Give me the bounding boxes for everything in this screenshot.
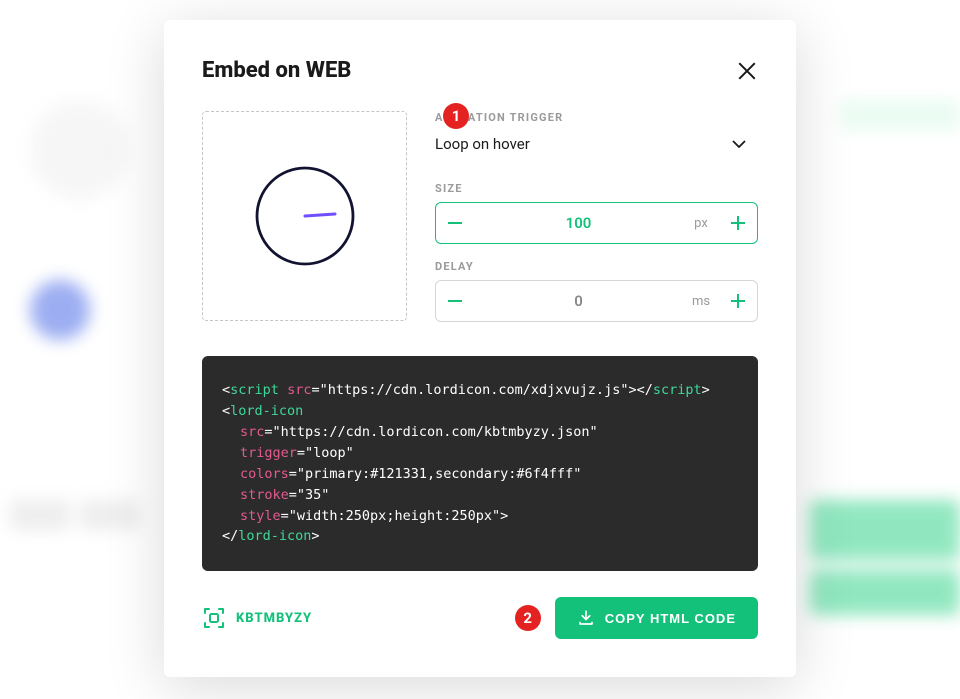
delay-unit: ms: [683, 281, 719, 321]
close-button[interactable]: [736, 60, 758, 82]
animation-trigger-select[interactable]: Loop on hover: [435, 131, 758, 166]
code-line: stroke="35": [222, 485, 738, 506]
code-line: src="https://cdn.lordicon.com/kbtmbyzy.j…: [222, 422, 738, 443]
delay-stepper: 0 ms: [435, 280, 758, 322]
delay-value[interactable]: 0: [474, 281, 683, 321]
step-badge-2: 2: [515, 605, 541, 631]
size-decrement-button[interactable]: [436, 203, 474, 243]
size-label: SIZE: [435, 182, 758, 195]
icon-id[interactable]: KBTMBYZY: [202, 606, 312, 630]
icon-id-text: KBTMBYZY: [236, 611, 312, 626]
modal-header: Embed on WEB: [202, 58, 758, 83]
plus-icon: [731, 216, 745, 230]
download-icon: [577, 609, 595, 627]
plus-icon: [731, 294, 745, 308]
size-unit: px: [683, 203, 719, 243]
modal-title: Embed on WEB: [202, 58, 351, 83]
code-line: <script src="https://cdn.lordicon.com/xd…: [222, 380, 738, 401]
code-snippet[interactable]: <script src="https://cdn.lordicon.com/xd…: [202, 356, 758, 571]
copy-button-label: COPY HTML CODE: [605, 611, 736, 626]
size-value[interactable]: 100: [474, 203, 683, 243]
minus-icon: [448, 222, 462, 224]
code-line: style="width:250px;height:250px">: [222, 506, 738, 527]
delay-increment-button[interactable]: [719, 281, 757, 321]
clock-icon: [255, 166, 355, 266]
minus-icon: [448, 300, 462, 302]
animation-trigger-value: Loop on hover: [435, 135, 530, 153]
step-badge-1: 1: [443, 103, 469, 129]
code-line: colors="primary:#121331,secondary:#6f4ff…: [222, 464, 738, 485]
animation-trigger-label: ANIMATION TRIGGER: [435, 111, 758, 124]
copy-html-button[interactable]: COPY HTML CODE: [555, 597, 758, 639]
delay-label: DELAY: [435, 260, 758, 273]
scan-copy-icon: [202, 606, 226, 630]
code-line: </lord-icon>: [222, 526, 738, 547]
controls-panel: 1 ANIMATION TRIGGER Loop on hover SIZE 1…: [435, 111, 758, 338]
embed-modal: Embed on WEB 1 ANIMATION TRIGGER Loop on…: [164, 20, 796, 677]
code-line: <lord-icon: [222, 401, 738, 422]
chevron-down-icon: [732, 140, 746, 148]
size-increment-button[interactable]: [719, 203, 757, 243]
code-line: trigger="loop": [222, 443, 738, 464]
modal-footer: KBTMBYZY 2 COPY HTML CODE: [202, 597, 758, 639]
delay-decrement-button[interactable]: [436, 281, 474, 321]
icon-preview: [202, 111, 407, 321]
size-stepper: 100 px: [435, 202, 758, 244]
